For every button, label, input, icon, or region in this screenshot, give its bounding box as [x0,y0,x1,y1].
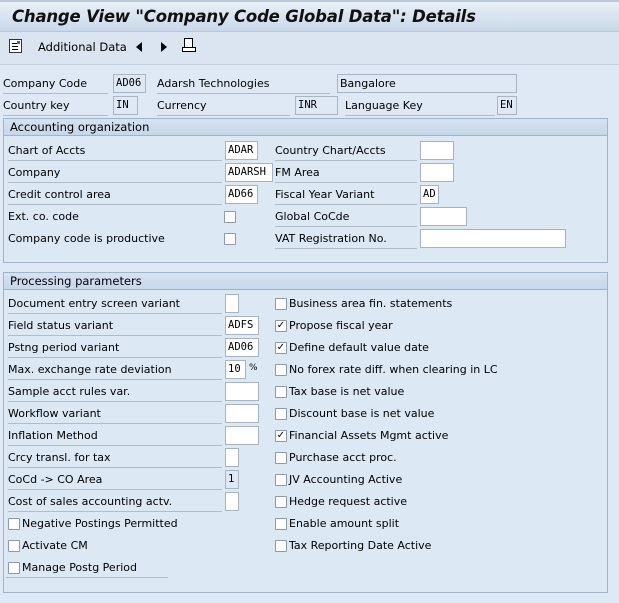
propose-fiscal-year-checkbox[interactable]: ✓ [275,320,287,332]
enable-amount-split-checkbox[interactable] [275,518,287,530]
negative-postings-permitted-checkbox[interactable] [8,518,20,530]
inflation-method-field[interactable] [225,426,259,445]
negative-postings-permitted-label: Negative Postings Permitted [22,517,178,530]
activate-cm-checkbox[interactable] [8,540,20,552]
document-entry-screen-variant-field[interactable] [225,294,239,313]
max-exchange-rate-deviation-field[interactable]: 10 [225,360,246,379]
country-chart-accts-label: Country Chart/Accts [275,141,417,161]
purchase-acct-proc-checkbox[interactable] [275,452,287,464]
jv-accounting-active-label: JV Accounting Active [289,473,403,486]
fm-area-label: FM Area [275,163,417,183]
no-forex-rate-diff-when-clearing-in-lc-label: No forex rate diff. when clearing in LC [289,363,498,376]
manage-postg-period-label: Manage Postg Period [22,561,137,574]
company-code-is-productive-label: Company code is productive [8,232,165,245]
company-code-label: Company Code [3,74,108,94]
previous-arrow-icon[interactable] [136,42,142,52]
company-name: Adarsh Technologies [157,74,330,94]
company-code-is-productive-checkbox[interactable] [224,233,236,245]
credit-control-area-label: Credit control area [8,185,222,205]
discount-base-is-net-value-checkbox[interactable] [275,408,287,420]
details-list-icon[interactable] [9,39,22,53]
credit-control-area-field[interactable]: AD66 [225,185,258,204]
global-cocde-field[interactable] [420,207,467,226]
accounting-organization-title: Accounting organization [4,119,607,136]
activate-cm-label: Activate CM [22,539,88,552]
global-cocde-label: Global CoCde [275,207,417,227]
inflation-method-label: Inflation Method [8,426,222,446]
tax-reporting-date-active-checkbox[interactable] [275,540,287,552]
cocd-co-area-field[interactable]: 1 [225,470,239,489]
page-title: Change View "Company Code Global Data": … [12,7,476,26]
tax-base-is-net-value-label: Tax base is net value [289,385,405,398]
no-forex-rate-diff-when-clearing-in-lc-checkbox[interactable] [275,364,287,376]
enable-amount-split-label: Enable amount split [289,517,400,530]
jv-accounting-active-checkbox[interactable] [275,474,287,486]
cost-of-sales-accounting-actv-label: Cost of sales accounting actv. [8,492,222,512]
city-field[interactable]: Bangalore [337,74,517,93]
country-chart-accts-field[interactable] [420,141,454,160]
crcy-transl-for-tax-field[interactable] [225,448,239,467]
unit-label: % [249,363,258,373]
fiscal-year-variant-label: Fiscal Year Variant [275,185,417,205]
pstng-period-variant-field[interactable]: AD06 [225,338,259,357]
discount-base-is-net-value-label: Discount base is net value [289,407,435,420]
ext-co-code-checkbox[interactable] [224,211,236,223]
hedge-request-active-label: Hedge request active [289,495,408,508]
country-key-label: Country key [3,96,108,116]
tax-base-is-net-value-checkbox[interactable] [275,386,287,398]
vat-registration-no-label: VAT Registration No. [275,229,417,249]
fiscal-year-variant-field[interactable]: AD [420,185,439,204]
cost-of-sales-accounting-actv-field[interactable] [225,492,239,511]
currency-label: Currency [157,96,290,116]
print-icon[interactable] [182,38,196,53]
define-default-value-date-checkbox[interactable]: ✓ [275,342,287,354]
business-area-fin-statements-checkbox[interactable] [275,298,287,310]
cocd-co-area-label: CoCd -> CO Area [8,470,222,490]
define-default-value-date-label: Define default value date [289,341,429,354]
field-status-variant-label: Field status variant [8,316,222,336]
processing-parameters-title: Processing parameters [4,273,607,290]
financial-assets-mgmt-active-label: Financial Assets Mgmt active [289,429,449,442]
next-arrow-icon[interactable] [161,42,167,52]
currency-field[interactable]: INR [295,96,338,115]
sample-acct-rules-var-label: Sample acct rules var. [8,382,222,402]
field-status-variant-field[interactable]: ADFS [225,316,259,335]
chart-of-accts-label: Chart of Accts [8,141,222,161]
title-bar: Change View "Company Code Global Data": … [0,0,619,32]
document-entry-screen-variant-label: Document entry screen variant [8,294,222,314]
manage-postg-period-checkbox[interactable] [8,562,20,574]
hedge-request-active-checkbox[interactable] [275,496,287,508]
purchase-acct-proc-label: Purchase acct proc. [289,451,397,464]
company-field[interactable]: ADARSH [225,163,273,182]
financial-assets-mgmt-active-checkbox[interactable]: ✓ [275,430,287,442]
tax-reporting-date-active-label: Tax Reporting Date Active [289,539,432,552]
ext-co-code-label: Ext. co. code [8,210,79,223]
max-exchange-rate-deviation-label: Max. exchange rate deviation [8,360,222,380]
country-key-field[interactable]: IN [113,96,138,115]
toolbar: Additional Data [0,32,619,65]
divider [6,577,168,578]
language-key-field[interactable]: EN [497,96,517,115]
additional-data-button[interactable]: Additional Data [38,40,127,54]
workflow-variant-field[interactable] [225,404,259,423]
business-area-fin-statements-label: Business area fin. statements [289,297,453,310]
language-key-label: Language Key [345,96,495,116]
pstng-period-variant-label: Pstng period variant [8,338,222,358]
vat-registration-no-field[interactable] [420,229,566,248]
propose-fiscal-year-label: Propose fiscal year [289,319,393,332]
company-label: Company [8,163,222,183]
company-code-field[interactable]: AD06 [113,74,146,93]
chart-of-accts-field[interactable]: ADAR [225,141,258,160]
crcy-transl-for-tax-label: Crcy transl. for tax [8,448,222,468]
sample-acct-rules-var-field[interactable] [225,382,259,401]
workflow-variant-label: Workflow variant [8,404,222,424]
fm-area-field[interactable] [420,163,454,182]
